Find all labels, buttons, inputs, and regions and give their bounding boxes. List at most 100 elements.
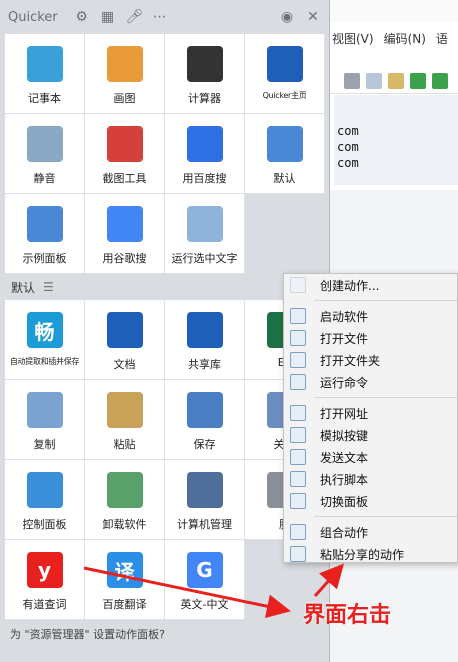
recycle-bin-icon bbox=[106, 472, 143, 508]
more-icon[interactable]: ⋯ bbox=[152, 9, 168, 25]
context-menu-item[interactable]: 运行命令 bbox=[284, 371, 457, 393]
context-menu-item[interactable]: 启动软件 bbox=[284, 305, 457, 327]
top-action-button[interactable]: 示例面板 bbox=[5, 194, 85, 274]
context-menu-item[interactable]: 打开文件 bbox=[284, 327, 457, 349]
action-label: 记事本 bbox=[28, 92, 61, 105]
qr-code-icon[interactable]: ▦ bbox=[100, 9, 116, 25]
top-action-button[interactable]: 默认 bbox=[245, 114, 325, 194]
google-translate-icon: G bbox=[186, 552, 223, 588]
quicker-panel: Quicker ⚙ ▦ 🎤︎ ⋯ ◉ ✕ 记事本 画图 计算器 Quicker主页静音… bbox=[0, 0, 330, 662]
google-g-icon bbox=[106, 206, 143, 242]
chat-bubble-icon bbox=[290, 449, 306, 465]
menu-encoding[interactable]: 编码(N) bbox=[384, 30, 426, 52]
action-label: 用谷歌搜 bbox=[102, 252, 147, 265]
top-action-button[interactable]: 画图 bbox=[85, 34, 165, 114]
menu-item-label: 打开文件 bbox=[320, 331, 369, 346]
bottom-action-button[interactable]: G 英文-中文 bbox=[165, 540, 245, 620]
top-action-button[interactable]: 运行选中文字 bbox=[165, 194, 245, 274]
cut-icon[interactable] bbox=[344, 72, 360, 89]
editor-toolbar bbox=[330, 68, 458, 94]
context-menu-item[interactable]: 组合动作 bbox=[284, 521, 457, 543]
plus-icon bbox=[290, 277, 306, 293]
editor-titlebar bbox=[330, 0, 458, 22]
context-menu-item[interactable]: 打开文件夹 bbox=[284, 349, 457, 371]
bottom-action-button[interactable]: 文档 bbox=[85, 300, 165, 380]
calculator-icon bbox=[186, 46, 223, 82]
action-label: Quicker主页 bbox=[262, 91, 307, 100]
context-menu-item[interactable]: 打开网址 bbox=[284, 402, 457, 424]
paste-icon bbox=[106, 392, 143, 428]
clipboard-icon bbox=[290, 546, 306, 562]
copy-icon bbox=[26, 392, 63, 428]
menu-separator bbox=[314, 397, 457, 398]
lightning-icon bbox=[266, 46, 303, 82]
top-action-button[interactable]: 截图工具 bbox=[85, 114, 165, 194]
microphone-icon[interactable]: 🎤︎ bbox=[126, 9, 144, 25]
notepad-icon bbox=[26, 46, 63, 82]
menu-item-label: 运行命令 bbox=[320, 375, 369, 390]
action-label: 卸载软件 bbox=[102, 518, 147, 531]
context-menu-item[interactable]: 模拟按键 bbox=[284, 424, 457, 446]
bottom-action-button[interactable]: 复制 bbox=[5, 380, 85, 460]
youdao-icon: y bbox=[26, 552, 63, 588]
menu-separator bbox=[314, 300, 457, 301]
menu-item-label: 粘贴分享的动作 bbox=[320, 547, 405, 562]
top-action-button[interactable]: 记事本 bbox=[5, 34, 85, 114]
menu-item-label: 模拟按键 bbox=[320, 428, 369, 443]
user-circle-icon[interactable]: ◉ bbox=[279, 9, 295, 25]
paint-palette-icon bbox=[106, 46, 143, 82]
bottom-action-button[interactable]: 共享库 bbox=[165, 300, 245, 380]
context-menu-item[interactable]: 发送文本 bbox=[284, 446, 457, 468]
window-stack-icon bbox=[26, 206, 63, 242]
set-panel-hint[interactable]: 为 "资源管理器" 设置动作面板? bbox=[10, 626, 165, 642]
paste-icon[interactable] bbox=[388, 72, 404, 89]
action-label: 保存 bbox=[193, 438, 216, 451]
bottom-action-button[interactable]: 译百度翻译 bbox=[85, 540, 165, 620]
menu-item-label: 组合动作 bbox=[320, 525, 369, 540]
app-title: Quicker bbox=[8, 9, 58, 25]
action-label: 自动提取和插并保存 bbox=[9, 357, 80, 366]
action-label: 画图 bbox=[113, 92, 136, 105]
copy-icon[interactable] bbox=[366, 72, 382, 89]
menu-item-label: 打开网址 bbox=[320, 406, 369, 421]
bottom-action-button[interactable]: y 有道查词 bbox=[5, 540, 85, 620]
annotation-label: 界面右击 bbox=[303, 603, 392, 628]
menu-language[interactable]: 语 bbox=[436, 30, 448, 52]
section-name[interactable]: 默认 bbox=[11, 279, 35, 296]
top-action-button[interactable]: 用谷歌搜 bbox=[85, 194, 165, 274]
right-click-context-menu: 创建动作... 启动软件打开文件打开文件夹运行命令打开网址模拟按键发送文本 执行脚本… bbox=[283, 273, 458, 563]
action-label: 控制面板 bbox=[22, 518, 67, 531]
close-icon[interactable]: ✕ bbox=[305, 9, 321, 25]
action-label: 粘贴 bbox=[113, 438, 136, 451]
undo-icon[interactable] bbox=[410, 72, 426, 89]
action-label: 有道查词 bbox=[22, 598, 67, 611]
bottom-action-button[interactable]: 粘贴 bbox=[85, 380, 165, 460]
top-action-button[interactable]: 用百度搜 bbox=[165, 114, 245, 194]
bottom-action-button[interactable]: 卸载软件 bbox=[85, 460, 165, 540]
code-line: com bbox=[337, 156, 359, 170]
top-action-button[interactable]: 静音 bbox=[5, 114, 85, 194]
action-label: 计算机管理 bbox=[177, 518, 232, 531]
top-action-button[interactable]: Quicker主页 bbox=[245, 34, 325, 114]
bottom-action-button[interactable]: 保存 bbox=[165, 380, 245, 460]
context-menu-item[interactable]: 执行脚本 bbox=[284, 468, 457, 490]
context-menu-item[interactable]: 粘贴分享的动作 bbox=[284, 543, 457, 565]
lightning-outline-icon bbox=[186, 206, 223, 242]
redo-icon[interactable] bbox=[432, 72, 448, 89]
bottom-action-button[interactable]: 计算机管理 bbox=[165, 460, 245, 540]
gear-icon[interactable]: ⚙ bbox=[74, 9, 90, 25]
hamburger-menu-icon[interactable]: ☰ bbox=[43, 280, 54, 294]
context-menu-item[interactable]: 切换面板 bbox=[284, 490, 457, 512]
action-label: 计算器 bbox=[188, 92, 221, 105]
floppy-disk-icon bbox=[186, 392, 223, 428]
top-action-button[interactable]: 计算器 bbox=[165, 34, 245, 114]
action-label: 复制 bbox=[33, 438, 56, 451]
bottom-action-button[interactable]: 畅自动提取和插并保存 bbox=[5, 300, 85, 380]
context-menu-item[interactable]: 创建动作... bbox=[284, 274, 457, 296]
chang-app-icon: 畅 bbox=[26, 312, 63, 348]
panel-icon bbox=[290, 493, 306, 509]
menu-item-label: 创建动作... bbox=[320, 278, 380, 293]
window-stack-icon bbox=[266, 126, 303, 162]
menu-view[interactable]: 视图(V) bbox=[332, 30, 374, 52]
bottom-action-button[interactable]: 控制面板 bbox=[5, 460, 85, 540]
